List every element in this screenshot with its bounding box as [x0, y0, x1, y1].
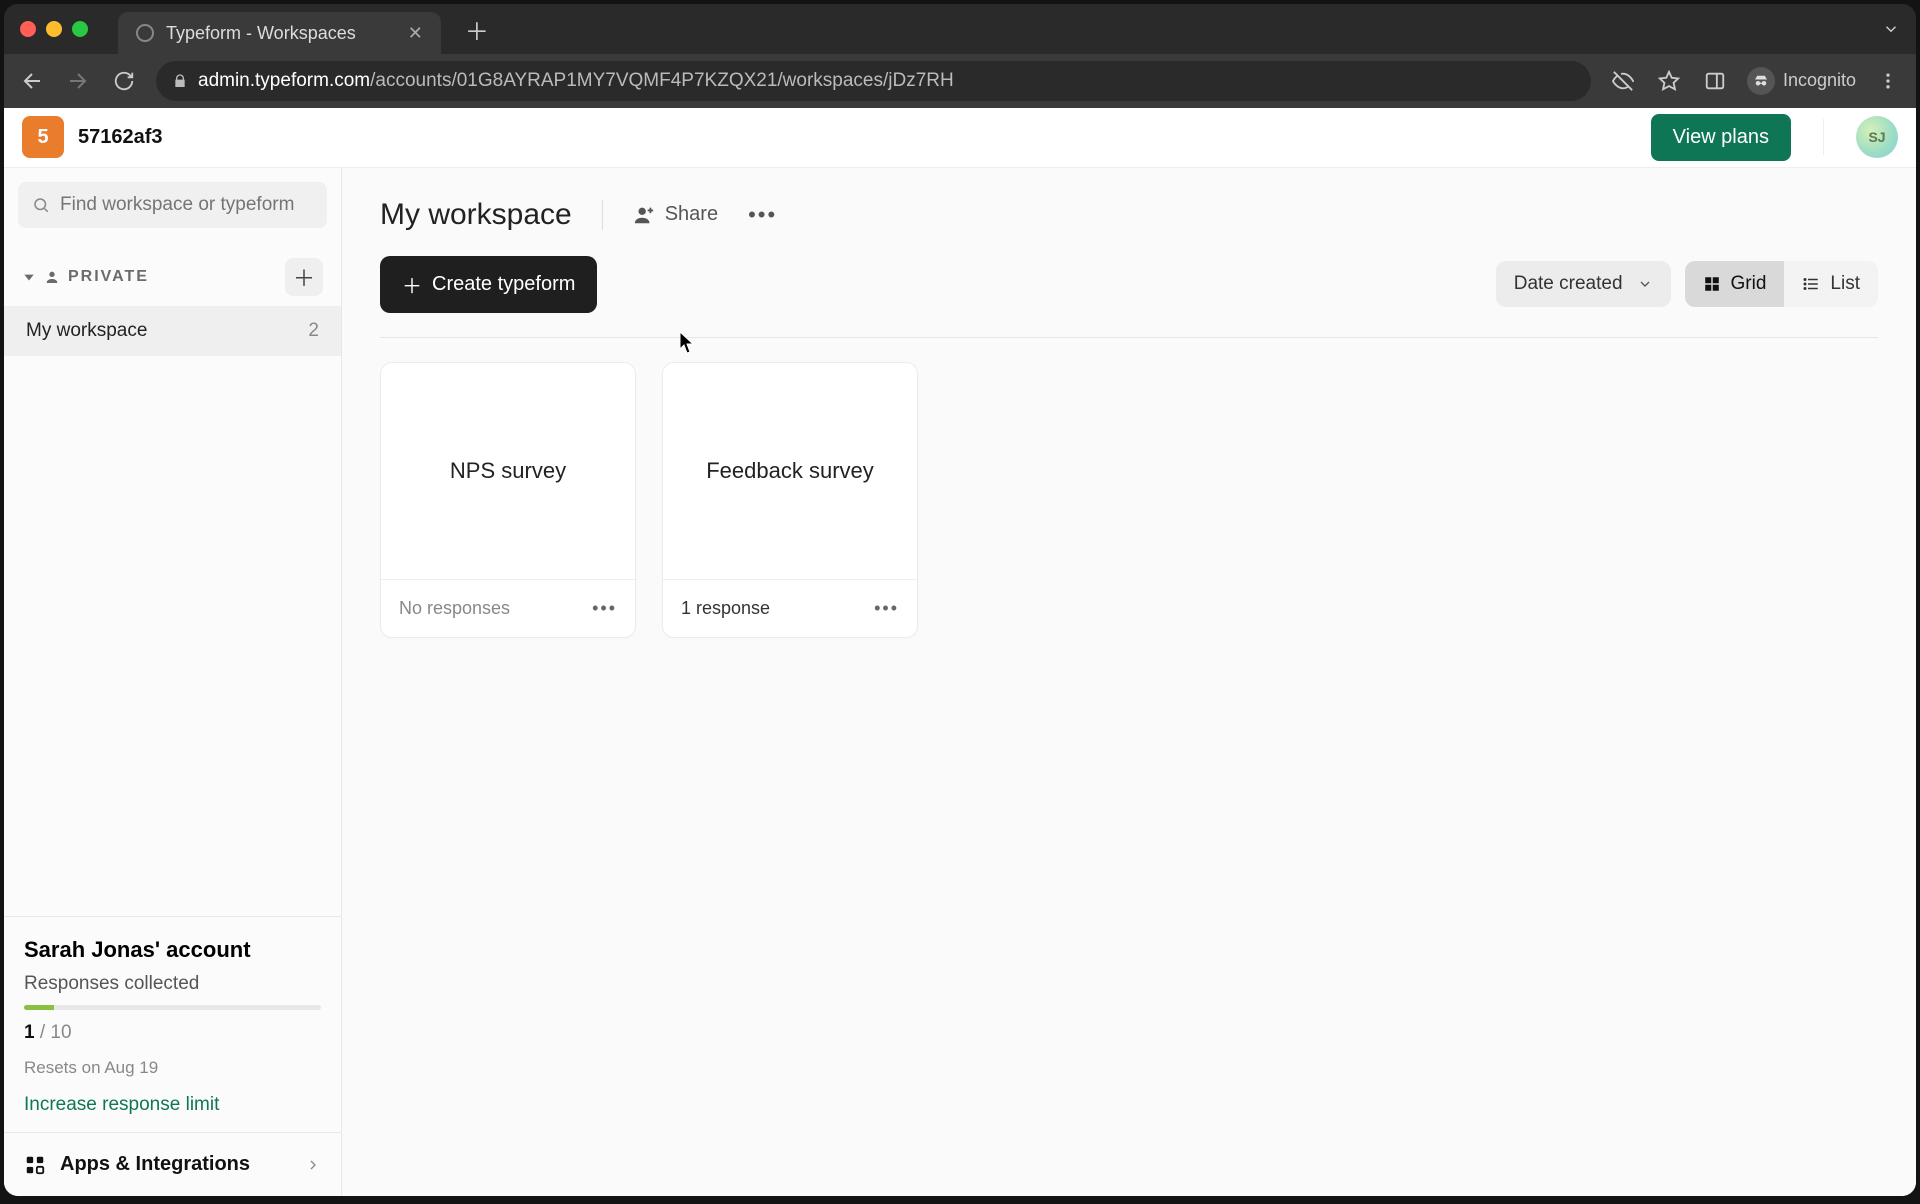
- responses-progress: [24, 1005, 321, 1010]
- add-workspace-button[interactable]: ＋: [285, 258, 323, 296]
- card-footer: 1 response •••: [663, 579, 917, 637]
- card-status: 1 response: [681, 598, 770, 619]
- window-minimize-button[interactable]: [46, 21, 62, 37]
- tab-close-button[interactable]: ✕: [408, 23, 423, 44]
- chevron-down-icon: [1637, 276, 1653, 292]
- nav-forward-button[interactable]: [64, 67, 92, 95]
- eye-off-icon[interactable]: [1609, 67, 1637, 95]
- chevron-right-icon: [305, 1157, 321, 1173]
- account-title: Sarah Jonas' account: [24, 937, 321, 963]
- apps-icon: [24, 1154, 46, 1176]
- chevron-down-icon: [22, 270, 36, 284]
- sidebar-section-private[interactable]: PRIVATE ＋: [4, 242, 341, 306]
- view-grid-button[interactable]: Grid: [1685, 261, 1785, 307]
- create-label: Create typeform: [432, 273, 575, 296]
- divider: [1823, 119, 1824, 155]
- bookmark-star-icon[interactable]: [1655, 67, 1683, 95]
- view-plans-button[interactable]: View plans: [1651, 114, 1791, 161]
- nav-back-button[interactable]: [18, 67, 46, 95]
- workspace-title: My workspace: [380, 198, 572, 232]
- search-input[interactable]: [18, 182, 327, 228]
- person-add-icon: [633, 204, 655, 226]
- card-more-button[interactable]: •••: [874, 598, 899, 619]
- responses-count: 1 / 10: [24, 1022, 321, 1044]
- share-button[interactable]: Share: [633, 203, 718, 226]
- responses-collected-label: Responses collected: [24, 973, 321, 995]
- sort-dropdown[interactable]: Date created: [1496, 261, 1671, 307]
- typeform-card[interactable]: NPS survey No responses •••: [380, 362, 636, 638]
- incognito-indicator[interactable]: Incognito: [1747, 67, 1856, 95]
- section-label: PRIVATE: [68, 268, 149, 286]
- workspace-toolbar: ＋ Create typeform Date created: [380, 256, 1878, 313]
- window-close-button[interactable]: [20, 21, 36, 37]
- workspace-header: My workspace Share •••: [380, 198, 1878, 232]
- app-top-bar: 5 57162af3 View plans SJ: [4, 108, 1916, 168]
- card-more-button[interactable]: •••: [592, 598, 617, 619]
- grid-icon: [1703, 275, 1721, 293]
- sidebar: PRIVATE ＋ My workspace 2 Sarah Jonas' ac…: [4, 168, 342, 1196]
- apps-label: Apps & Integrations: [60, 1153, 250, 1176]
- org-name[interactable]: 57162af3: [78, 126, 163, 149]
- window-title-bar: Typeform - Workspaces ✕ ＋: [4, 4, 1916, 54]
- address-bar[interactable]: admin.typeform.com/accounts/01G8AYRAP1MY…: [156, 61, 1591, 101]
- view-list-button[interactable]: List: [1784, 261, 1878, 307]
- list-icon: [1802, 275, 1820, 293]
- window-controls: [20, 21, 88, 37]
- apps-integrations-link[interactable]: Apps & Integrations: [4, 1132, 341, 1196]
- workspace-more-button[interactable]: •••: [748, 202, 777, 228]
- typeform-cards: NPS survey No responses ••• Feedback sur…: [380, 362, 1878, 638]
- search-icon: [32, 196, 50, 214]
- incognito-icon: [1747, 67, 1775, 95]
- card-status: No responses: [399, 598, 510, 619]
- card-title: NPS survey: [450, 458, 566, 484]
- sort-label: Date created: [1514, 273, 1623, 295]
- sidebar-workspace-item[interactable]: My workspace 2: [4, 306, 341, 356]
- browser-tab[interactable]: Typeform - Workspaces ✕: [118, 12, 441, 54]
- org-badge[interactable]: 5: [22, 116, 64, 158]
- tab-favicon: [136, 24, 154, 42]
- tabs-expand-icon[interactable]: [1882, 20, 1900, 38]
- new-tab-button[interactable]: ＋: [465, 12, 489, 47]
- panel-icon[interactable]: [1701, 67, 1729, 95]
- url-text: admin.typeform.com/accounts/01G8AYRAP1MY…: [198, 70, 954, 92]
- workspace-count: 2: [308, 320, 319, 342]
- responses-reset-label: Resets on Aug 19: [24, 1058, 321, 1078]
- plus-icon: ＋: [402, 270, 422, 299]
- view-toggle: Grid List: [1685, 261, 1878, 307]
- window-fullscreen-button[interactable]: [72, 21, 88, 37]
- browser-menu-icon[interactable]: [1874, 67, 1902, 95]
- tab-title: Typeform - Workspaces: [166, 23, 356, 44]
- incognito-label: Incognito: [1783, 70, 1856, 91]
- user-avatar[interactable]: SJ: [1856, 116, 1898, 158]
- person-icon: [44, 269, 60, 285]
- increase-limit-link[interactable]: Increase response limit: [24, 1094, 321, 1116]
- card-footer: No responses •••: [381, 579, 635, 637]
- divider: [602, 200, 603, 230]
- search-field[interactable]: [60, 194, 313, 216]
- lock-icon: [172, 73, 188, 89]
- divider: [380, 337, 1878, 338]
- browser-toolbar: admin.typeform.com/accounts/01G8AYRAP1MY…: [4, 54, 1916, 108]
- workspace-main: My workspace Share ••• ＋ Create typeform: [342, 168, 1916, 1196]
- workspace-name: My workspace: [26, 320, 147, 342]
- view-grid-label: Grid: [1731, 273, 1767, 295]
- view-list-label: List: [1830, 273, 1860, 295]
- card-title: Feedback survey: [706, 458, 874, 484]
- create-typeform-button[interactable]: ＋ Create typeform: [380, 256, 597, 313]
- typeform-card[interactable]: Feedback survey 1 response •••: [662, 362, 918, 638]
- account-summary: Sarah Jonas' account Responses collected…: [4, 916, 341, 1132]
- share-label: Share: [665, 203, 718, 226]
- responses-progress-fill: [24, 1005, 54, 1010]
- nav-reload-button[interactable]: [110, 67, 138, 95]
